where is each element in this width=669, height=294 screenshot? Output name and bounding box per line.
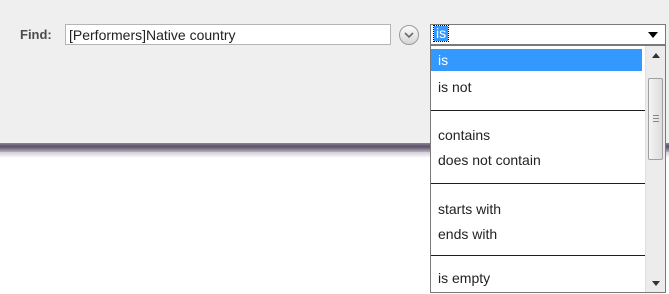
option-is-not[interactable]: is not xyxy=(431,76,642,98)
option-is[interactable]: is xyxy=(431,49,642,71)
triangle-down-icon xyxy=(651,280,660,286)
select-arrow-button[interactable] xyxy=(641,25,665,44)
option-separator xyxy=(431,183,645,184)
option-is-empty[interactable]: is empty xyxy=(431,267,642,289)
operator-select[interactable]: is xyxy=(430,24,666,45)
field-menu-button[interactable] xyxy=(399,25,419,45)
operator-select-value: is xyxy=(432,25,450,42)
find-label: Find: xyxy=(20,27,52,42)
scroll-thumb[interactable] xyxy=(648,78,663,160)
triangle-up-icon xyxy=(651,52,660,58)
scroll-up-button[interactable] xyxy=(646,46,665,64)
option-ends-with[interactable]: ends with xyxy=(431,223,642,245)
option-separator xyxy=(431,255,645,256)
option-does-not-contain[interactable]: does not contain xyxy=(431,149,642,171)
scroll-grip-icon xyxy=(653,115,659,122)
scroll-down-button[interactable] xyxy=(646,274,665,292)
dropdown-scrollbar[interactable] xyxy=(645,46,665,292)
chevron-down-circle-icon xyxy=(404,32,414,39)
triangle-down-icon xyxy=(648,31,658,38)
option-contains[interactable]: contains xyxy=(431,124,642,146)
option-separator xyxy=(431,110,645,111)
operator-dropdown-list[interactable]: is is not contains does not contain star… xyxy=(430,45,666,293)
option-starts-with[interactable]: starts with xyxy=(431,198,642,220)
find-field-input[interactable]: [Performers]Native country xyxy=(65,24,391,45)
